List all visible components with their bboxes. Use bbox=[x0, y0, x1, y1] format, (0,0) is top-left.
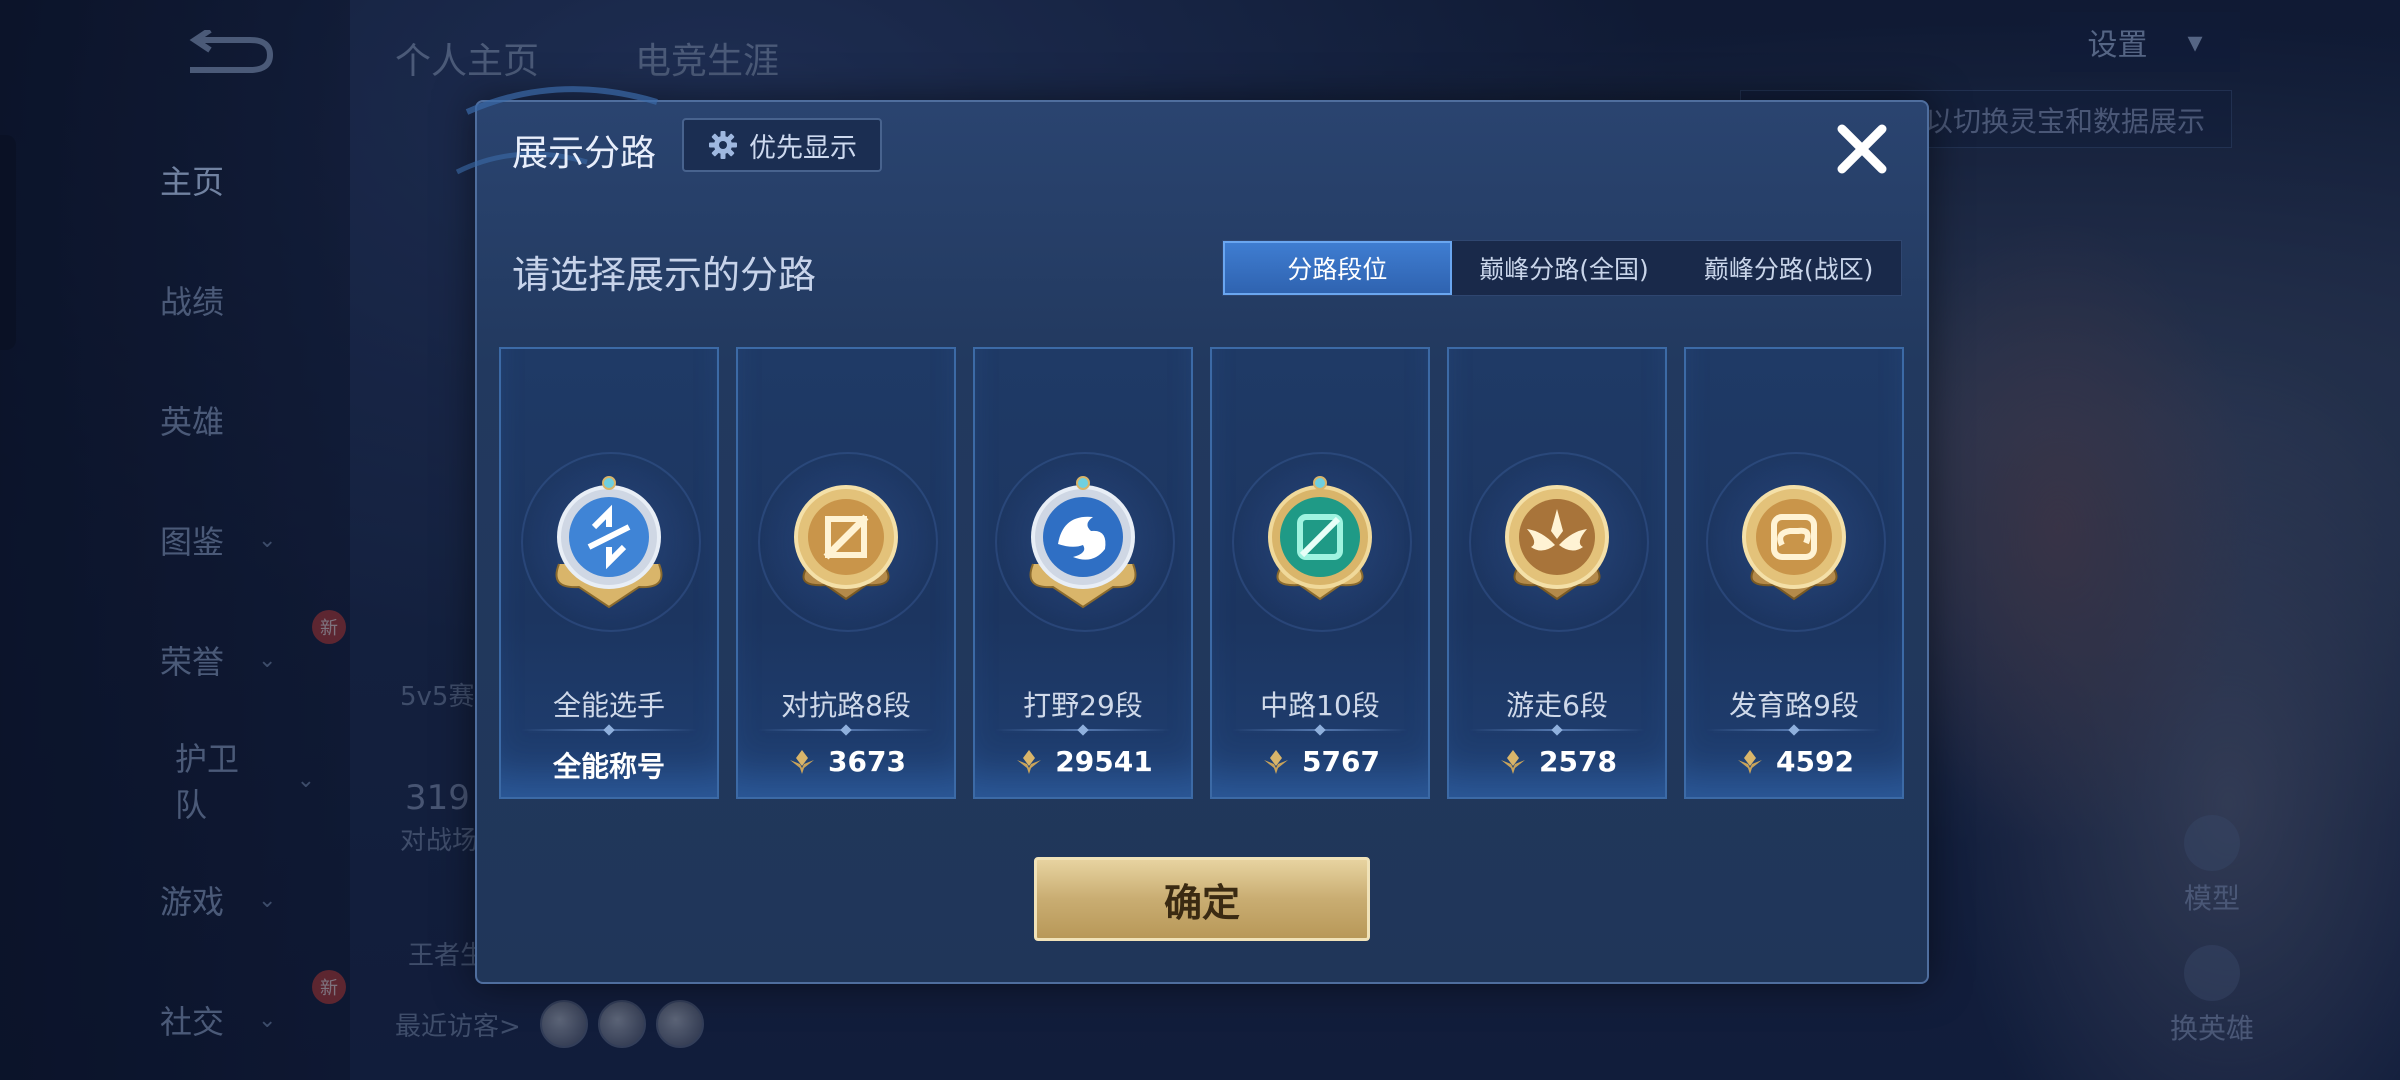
close-button[interactable] bbox=[1827, 114, 1897, 184]
divider bbox=[521, 729, 697, 731]
tab-peak-lane-national[interactable]: 巅峰分路(全国) bbox=[1452, 241, 1677, 295]
points-icon bbox=[1738, 749, 1763, 774]
jungle-emblem-icon bbox=[1029, 476, 1137, 609]
farm-lane-emblem-icon bbox=[1742, 485, 1846, 601]
divider bbox=[1706, 729, 1882, 731]
clash-lane-emblem-icon bbox=[794, 485, 898, 601]
tab-lane-rank[interactable]: 分路段位 bbox=[1223, 241, 1452, 295]
close-icon bbox=[1837, 124, 1887, 174]
lane-value: 全能称号 bbox=[501, 745, 717, 785]
points-icon bbox=[790, 749, 815, 774]
lane-points: 4592 bbox=[1686, 745, 1902, 778]
lane-select-prompt: 请选择展示的分路 bbox=[512, 253, 817, 297]
lane-points: 5767 bbox=[1212, 745, 1428, 778]
points-icon bbox=[1264, 749, 1289, 774]
lane-label: 打野29段 bbox=[1023, 689, 1143, 722]
lane-points-value: 3673 bbox=[828, 745, 906, 778]
lane-points-value: 2578 bbox=[1539, 745, 1617, 778]
lane-value-text: 全能称号 bbox=[552, 750, 665, 783]
all-round-emblem-icon bbox=[555, 476, 663, 609]
lane-card-all-round[interactable]: 全能选手 全能称号 bbox=[499, 347, 719, 799]
divider bbox=[1232, 729, 1408, 731]
divider bbox=[995, 729, 1171, 731]
lane-points: 29541 bbox=[975, 745, 1191, 778]
priority-display-button[interactable]: 优先显示 bbox=[682, 118, 882, 172]
lane-points-value: 4592 bbox=[1776, 745, 1854, 778]
lane-label: 发育路9段 bbox=[1729, 689, 1859, 722]
lane-label: 中路10段 bbox=[1260, 689, 1380, 722]
lane-display-dialog: 展示分路 优先显示 请选择展示的分路 分路段位 巅峰分路(全国) 巅峰分路(战区… bbox=[455, 86, 1929, 984]
lane-points-value: 29541 bbox=[1055, 745, 1153, 778]
lane-points-value: 5767 bbox=[1302, 745, 1380, 778]
lane-card-list: 全能选手 全能称号 对抗路8段 3673 打野29段 29541 中路10段 5… bbox=[499, 347, 1909, 799]
divider bbox=[758, 729, 934, 731]
divider bbox=[1469, 729, 1645, 731]
confirm-button[interactable]: 确定 bbox=[1034, 857, 1370, 941]
lane-points: 2578 bbox=[1449, 745, 1665, 778]
tab-peak-lane-region[interactable]: 巅峰分路(战区) bbox=[1676, 241, 1901, 295]
roam-emblem-icon bbox=[1505, 485, 1609, 601]
lane-type-tabs: 分路段位 巅峰分路(全国) 巅峰分路(战区) bbox=[1222, 240, 1902, 296]
gear-icon bbox=[709, 131, 737, 159]
lane-points: 3673 bbox=[738, 745, 954, 778]
lane-card-mid[interactable]: 中路10段 5767 bbox=[1210, 347, 1430, 799]
lane-card-farm[interactable]: 发育路9段 4592 bbox=[1684, 347, 1904, 799]
priority-display-label: 优先显示 bbox=[749, 132, 857, 164]
lane-card-clash[interactable]: 对抗路8段 3673 bbox=[736, 347, 956, 799]
points-icon bbox=[1501, 749, 1526, 774]
lane-card-jungle[interactable]: 打野29段 29541 bbox=[973, 347, 1193, 799]
mid-lane-emblem-icon bbox=[1268, 476, 1372, 601]
dialog-title: 展示分路 bbox=[512, 133, 657, 174]
lane-card-roam[interactable]: 游走6段 2578 bbox=[1447, 347, 1667, 799]
points-icon bbox=[1017, 749, 1042, 774]
lane-label: 对抗路8段 bbox=[781, 689, 911, 722]
lane-label: 全能选手 bbox=[552, 689, 665, 722]
lane-label: 游走6段 bbox=[1506, 689, 1608, 722]
